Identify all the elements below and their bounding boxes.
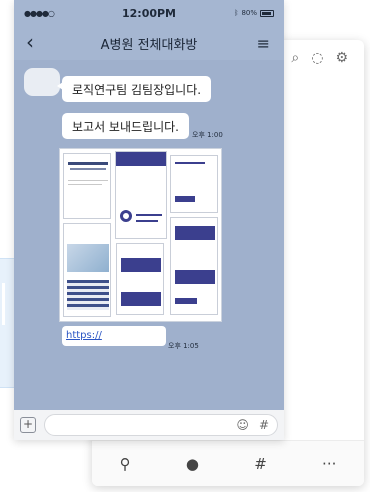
message-text: 보고서 보내드립니다. <box>72 119 179 134</box>
message-bubble[interactable]: 로직연구팀 김팀장입니다. <box>56 76 212 102</box>
chat-room-window: ●●●●○ 12:00PM ᛒ 80% ‹ A병원 전체대화방 ≡ 로직연구팀 … <box>14 0 284 440</box>
friends-icon[interactable]: ⚲ <box>120 455 131 473</box>
chevron-left-icon[interactable]: ‹ <box>26 30 34 54</box>
battery-icon <box>260 9 274 17</box>
document-page <box>63 153 111 219</box>
chats-icon[interactable]: ● <box>186 455 199 473</box>
hamburger-menu-icon[interactable]: ≡ <box>257 34 270 53</box>
document-page <box>115 151 167 239</box>
report-image-attachment[interactable] <box>59 148 222 322</box>
document-page <box>63 223 111 317</box>
message-text: 로직연구팀 김팀장입니다. <box>72 82 202 97</box>
search-icon[interactable]: ⌕ <box>291 50 299 66</box>
message-timestamp: 오후 1:00 <box>192 131 223 139</box>
chat-icon[interactable]: ◌ <box>311 50 323 66</box>
more-icon[interactable]: ··· <box>322 455 336 473</box>
screenshot-stage: ⌕ ◌ ⚙ ⚲ ● # ··· ●●●●○ 12:00PM ᛒ 80% ‹ A병… <box>0 0 370 492</box>
message-input[interactable]: ☺ # <box>44 414 278 436</box>
emoji-icon[interactable]: ☺ <box>236 418 249 432</box>
plus-icon[interactable]: + <box>20 417 36 433</box>
document-page <box>170 217 218 315</box>
status-bar: ●●●●○ 12:00PM ᛒ 80% <box>14 0 284 26</box>
document-page <box>116 243 164 315</box>
link-message[interactable]: https:// <box>62 326 166 346</box>
message-input-bar: + ☺ # <box>14 410 284 440</box>
message-timestamp: 오후 1:05 <box>168 342 199 350</box>
chat-header: ‹ A병원 전체대화방 ≡ <box>14 26 284 60</box>
hashtag-icon[interactable]: # <box>259 418 269 432</box>
hashtag-icon[interactable]: # <box>254 455 267 473</box>
bottom-nav: ⚲ ● # ··· <box>92 440 364 486</box>
chat-room-title: A병원 전체대화방 <box>100 37 198 53</box>
status-time: 12:00PM <box>121 6 177 20</box>
message-bubble[interactable]: 보고서 보내드립니다. <box>62 113 189 139</box>
sender-avatar[interactable] <box>24 68 60 96</box>
settings-icon[interactable]: ⚙ <box>335 50 348 66</box>
document-page <box>170 155 218 213</box>
